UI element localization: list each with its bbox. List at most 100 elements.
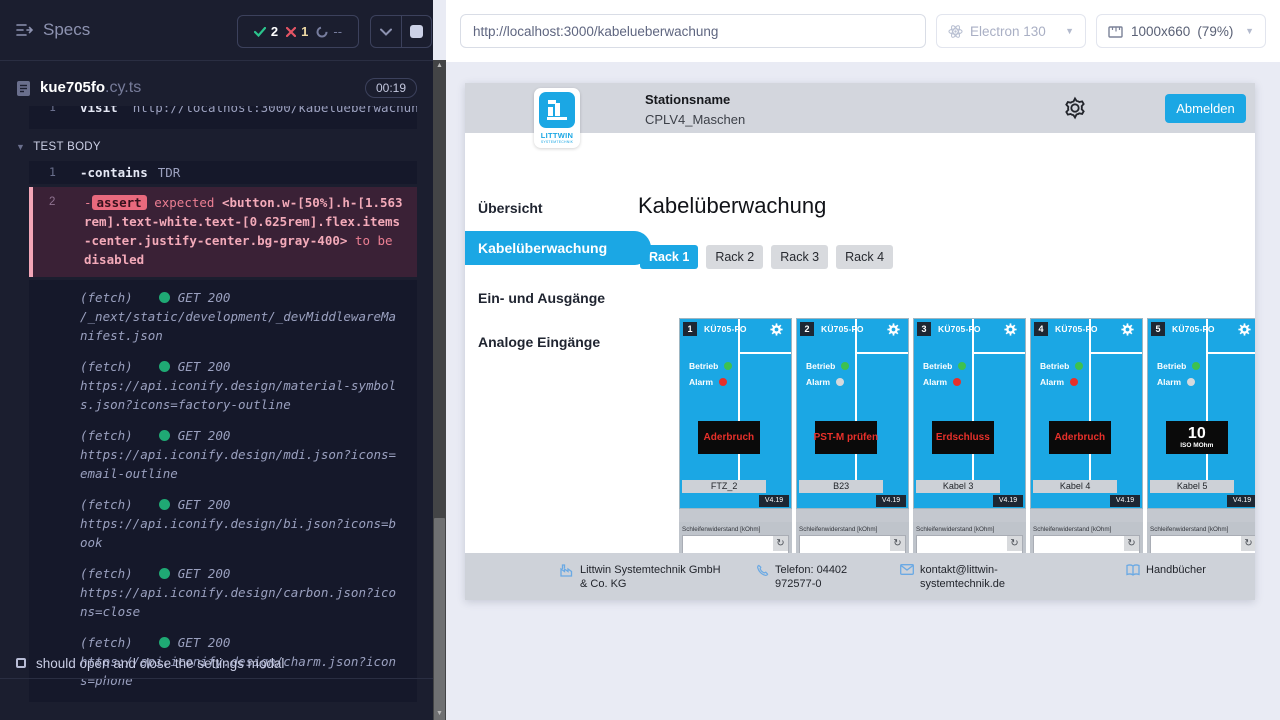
resistance-value-box: ↻0.612 KOhm bbox=[799, 535, 906, 553]
refresh-icon[interactable]: ↻ bbox=[890, 536, 905, 551]
resistance-section: Schleifenwiderstand [kOhm]↻0.645 KOhmSch… bbox=[1030, 522, 1143, 553]
alarm-led bbox=[1187, 378, 1195, 386]
device-settings-gear-icon[interactable] bbox=[1003, 322, 1018, 337]
browser-selector[interactable]: Electron 130 ▼ bbox=[936, 14, 1086, 48]
footer-text: kontakt@littwin-systemtechnik.de bbox=[920, 563, 1030, 591]
refresh-icon[interactable]: ↻ bbox=[1241, 536, 1255, 551]
pending-test-row[interactable]: should open and close the settings modal bbox=[0, 648, 433, 678]
factory-icon bbox=[560, 563, 574, 591]
scroll-up-arrow[interactable]: ▲ bbox=[433, 60, 446, 72]
refresh-icon[interactable]: ↻ bbox=[773, 536, 788, 551]
panel-divider bbox=[1208, 352, 1255, 354]
spec-file-row[interactable]: kue705fo.cy.ts 00:19 bbox=[0, 70, 433, 106]
device-title: KÜ705-FO bbox=[1172, 324, 1215, 334]
sidebar-item-ein-und-ausg-nge[interactable]: Ein- und Ausgänge bbox=[465, 286, 635, 310]
assert-failed-block[interactable]: 2 ‑assert expected <button.w-[50%].h-[1.… bbox=[29, 187, 417, 277]
device-card-5: 5KÜ705-FOBetriebAlarm10ISO MOhmKabel 5V4… bbox=[1147, 318, 1255, 553]
device-title: KÜ705-FO bbox=[1055, 324, 1098, 334]
firmware-version: V4.19 bbox=[1227, 495, 1255, 507]
firmware-version: V4.19 bbox=[1110, 495, 1140, 507]
chevron-down-icon: ▼ bbox=[1065, 26, 1074, 36]
pending-test-icon bbox=[16, 658, 26, 668]
fetch-log-entry: (fetch)GET 200https://api.iconify.design… bbox=[29, 426, 409, 483]
rack-tab-rack-4[interactable]: Rack 4 bbox=[836, 245, 893, 269]
chevron-down-icon: ▼ bbox=[1245, 26, 1254, 36]
status-message: Aderbruch bbox=[704, 432, 755, 443]
viewport-selector[interactable]: 1000x660 (79%) ▼ bbox=[1096, 14, 1266, 48]
device-number-badge: 3 bbox=[917, 322, 931, 336]
status-value: 10 bbox=[1188, 426, 1206, 442]
reporter-header: Specs 2 1 -- bbox=[0, 0, 433, 61]
panel-divider bbox=[740, 352, 791, 354]
sidebar-item-analoge-eing-nge[interactable]: Analoge Eingänge bbox=[465, 330, 635, 354]
panel-divider bbox=[857, 352, 908, 354]
reporter-scrollbar[interactable]: ▲ ▼ bbox=[433, 60, 446, 720]
device-number-badge: 2 bbox=[800, 322, 814, 336]
panel-divider bbox=[1091, 352, 1142, 354]
betrieb-led-row: Betrieb bbox=[923, 361, 966, 371]
firmware-version: V4.19 bbox=[759, 495, 789, 507]
status-message: Aderbruch bbox=[1055, 432, 1106, 443]
alarm-led bbox=[1070, 378, 1078, 386]
visit-command[interactable]: 1 visit http://localhost:3000/kabelueber… bbox=[29, 106, 417, 119]
refresh-icon[interactable]: ↻ bbox=[1007, 536, 1022, 551]
betrieb-led bbox=[1075, 362, 1083, 370]
littwin-logo-icon bbox=[539, 92, 575, 128]
station-name-label: Stationsname bbox=[645, 92, 730, 107]
url-input[interactable]: http://localhost:3000/kabelueberwachung bbox=[460, 14, 926, 48]
alarm-led-row: Alarm bbox=[1157, 377, 1195, 387]
device-number-badge: 5 bbox=[1151, 322, 1165, 336]
refresh-icon[interactable]: ↻ bbox=[1124, 536, 1139, 551]
device-settings-gear-icon[interactable] bbox=[769, 322, 784, 337]
alarm-label: Alarm bbox=[689, 377, 713, 387]
settings-gear-icon[interactable] bbox=[1062, 95, 1088, 121]
logout-button[interactable]: Abmelden bbox=[1165, 94, 1246, 123]
device-title: KÜ705-FO bbox=[821, 324, 864, 334]
sidebar-item--bersicht[interactable]: Übersicht bbox=[465, 196, 635, 220]
alarm-led bbox=[836, 378, 844, 386]
specs-menu-button[interactable]: Specs bbox=[16, 20, 90, 40]
device-card-3: 3KÜ705-FOBetriebAlarmErdschlussKabel 3V4… bbox=[913, 318, 1026, 553]
device-settings-gear-icon[interactable] bbox=[1237, 322, 1252, 337]
contains-command[interactable]: 1 -containsTDR bbox=[29, 161, 417, 184]
stop-icon bbox=[410, 25, 423, 38]
alarm-led-row: Alarm bbox=[689, 377, 727, 387]
rack-tab-rack-3[interactable]: Rack 3 bbox=[771, 245, 828, 269]
device-number-badge: 4 bbox=[1034, 322, 1048, 336]
stop-button[interactable] bbox=[401, 16, 432, 47]
assert-message: ‑assert expected <button.w-[50%].h-[1.56… bbox=[84, 193, 407, 269]
app-footer: Littwin Systemtechnik GmbH & Co. KG Telef… bbox=[465, 553, 1255, 600]
betrieb-led bbox=[958, 362, 966, 370]
assert-badge: assert bbox=[92, 195, 147, 210]
footer-text: Littwin Systemtechnik GmbH & Co. KG bbox=[580, 563, 730, 591]
footer-text: Telefon: 04402 972577-0 bbox=[775, 563, 874, 591]
resistance-value-box: ↻0.645 KOhm bbox=[1033, 535, 1140, 553]
ruler-icon bbox=[1108, 24, 1124, 38]
device-settings-gear-icon[interactable] bbox=[886, 322, 901, 337]
rack-tab-rack-2[interactable]: Rack 2 bbox=[706, 245, 763, 269]
device-panel: 5KÜ705-FOBetriebAlarm10ISO MOhmKabel 5V4… bbox=[1147, 318, 1255, 509]
scroll-down-arrow[interactable]: ▼ bbox=[433, 708, 446, 720]
resistance-section: Schleifenwiderstand [kOhm]↻0 KOhmSchleif… bbox=[679, 522, 792, 553]
fetch-log-entry: (fetch)GET 200https://api.iconify.design… bbox=[29, 495, 409, 552]
phone-icon bbox=[756, 563, 769, 591]
sidebar-item-kabel-berwachung[interactable]: Kabelüberwachung bbox=[465, 231, 651, 265]
test-body-section[interactable]: ▼ TEST BODY bbox=[0, 129, 433, 161]
fetch-log-entry: (fetch)GET 200https://api.iconify.design… bbox=[29, 564, 409, 621]
resistance-value-box: ↻0.822 KOhm bbox=[1150, 535, 1255, 553]
fetch-label: (fetch) bbox=[80, 288, 133, 307]
betrieb-led bbox=[724, 362, 732, 370]
device-card-2: 2KÜ705-FOBetriebAlarmPST-M prüfenB23V4.1… bbox=[796, 318, 909, 553]
app-main-content: Kabelüberwachung Rack 1Rack 2Rack 3Rack … bbox=[635, 133, 1255, 553]
fetch-log-entry: (fetch)GET 200/_next/static/development/… bbox=[29, 288, 409, 345]
fetch-label: (fetch) bbox=[80, 495, 133, 514]
betrieb-led-row: Betrieb bbox=[689, 361, 732, 371]
betrieb-label: Betrieb bbox=[923, 361, 952, 371]
collapse-button[interactable] bbox=[371, 16, 401, 47]
fetch-method-status: GET 200 bbox=[178, 426, 231, 445]
device-settings-gear-icon[interactable] bbox=[1120, 322, 1135, 337]
app-header: Stationsname CPLV4_Maschen Abmelden bbox=[465, 83, 1255, 133]
cable-name: Kabel 5 bbox=[1150, 480, 1234, 493]
scrollbar-thumb[interactable] bbox=[434, 518, 445, 720]
runner-controls bbox=[370, 15, 432, 48]
